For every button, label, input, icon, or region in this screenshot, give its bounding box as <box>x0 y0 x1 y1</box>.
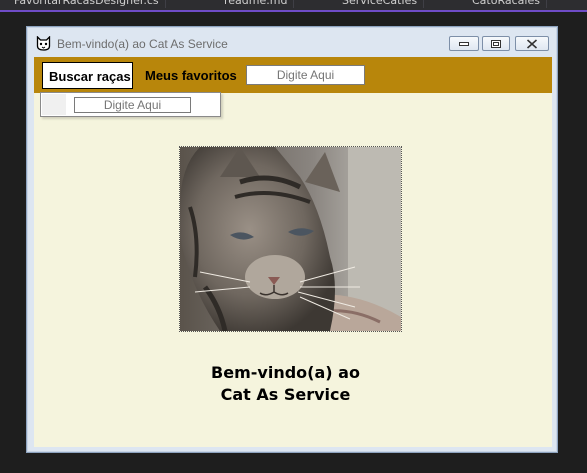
close-icon <box>526 39 538 48</box>
maximize-icon <box>491 39 501 48</box>
ide-tab-strip: FavoritarRacasDesigner.cs readme.md Serv… <box>0 0 587 10</box>
dropdown-search-input[interactable] <box>74 97 191 113</box>
close-button[interactable] <box>515 36 549 51</box>
window-title: Bem-vindo(a) ao Cat As Service <box>57 37 228 51</box>
client-area: Buscar raças Meus favoritos Digite Aqui … <box>34 57 552 447</box>
ide-accent-bar <box>0 10 587 12</box>
ide-tab[interactable]: FavoritarRacasDesigner.cs <box>8 0 166 8</box>
dropdown-icon-strip <box>42 94 66 115</box>
buscar-racas-dropdown <box>40 92 221 117</box>
app-window: Bem-vindo(a) ao Cat As Service Buscar ra… <box>26 26 558 453</box>
welcome-line-1: Bem-vindo(a) ao <box>211 363 360 382</box>
minimize-button[interactable] <box>449 36 479 51</box>
menu-item-buscar-racas[interactable]: Buscar raças <box>42 62 133 89</box>
menu-item-meus-favoritos[interactable]: Meus favoritos <box>145 62 237 89</box>
title-bar[interactable]: Bem-vindo(a) ao Cat As Service <box>27 27 557 57</box>
ide-tab[interactable]: ServiceCatIes <box>336 0 425 8</box>
welcome-line-2: Cat As Service <box>220 385 351 404</box>
ide-tab[interactable]: readme.md <box>218 0 295 8</box>
cat-photo <box>179 146 402 332</box>
menu-search-input[interactable] <box>246 65 365 85</box>
cat-icon <box>36 35 51 51</box>
menu-bar: Buscar raças Meus favoritos <box>34 57 552 93</box>
minimize-icon <box>459 41 469 46</box>
ide-tab[interactable]: CatoRacaies <box>466 0 547 8</box>
maximize-button[interactable] <box>482 36 510 51</box>
welcome-message: Bem-vindo(a) ao Cat As Service <box>124 362 447 406</box>
